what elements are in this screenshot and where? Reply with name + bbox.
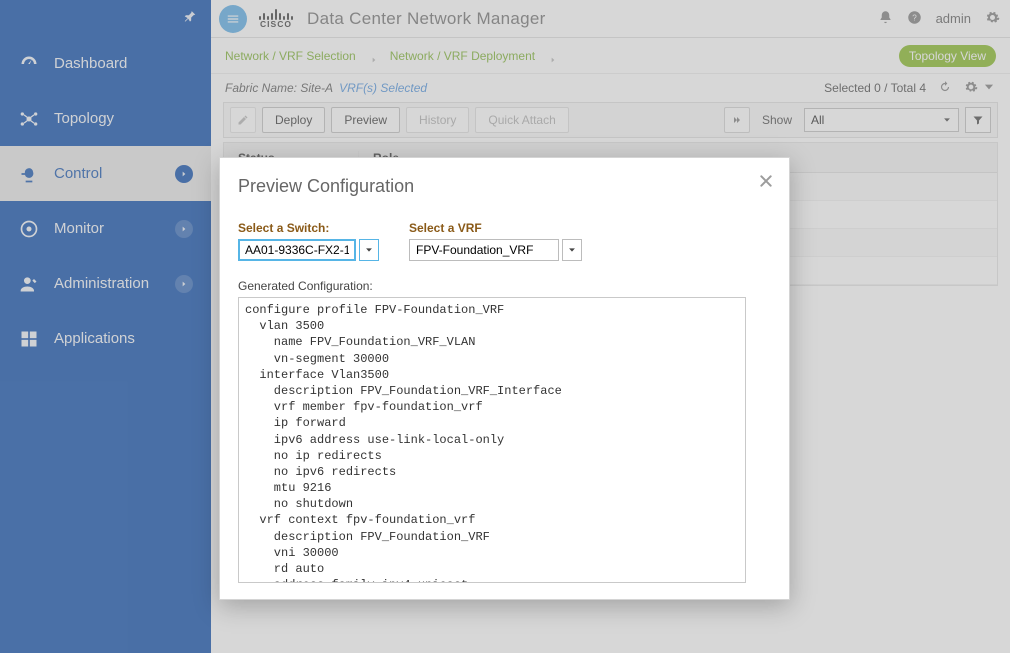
select-vrf-input[interactable]	[409, 239, 559, 261]
select-switch-label: Select a Switch:	[238, 221, 379, 235]
vrf-dropdown-button[interactable]	[562, 239, 582, 261]
switch-dropdown-button[interactable]	[359, 239, 379, 261]
generated-config-box[interactable]: configure profile FPV-Foundation_VRF vla…	[238, 297, 746, 583]
generated-config-text: configure profile FPV-Foundation_VRF vla…	[239, 298, 745, 583]
modal-title: Preview Configuration	[238, 176, 771, 197]
close-button[interactable]	[755, 170, 777, 192]
select-vrf-label: Select a VRF	[409, 221, 582, 235]
generated-config-label: Generated Configuration:	[238, 279, 771, 293]
preview-configuration-modal: Preview Configuration Select a Switch: S…	[219, 157, 790, 600]
select-switch-input[interactable]	[238, 239, 356, 261]
